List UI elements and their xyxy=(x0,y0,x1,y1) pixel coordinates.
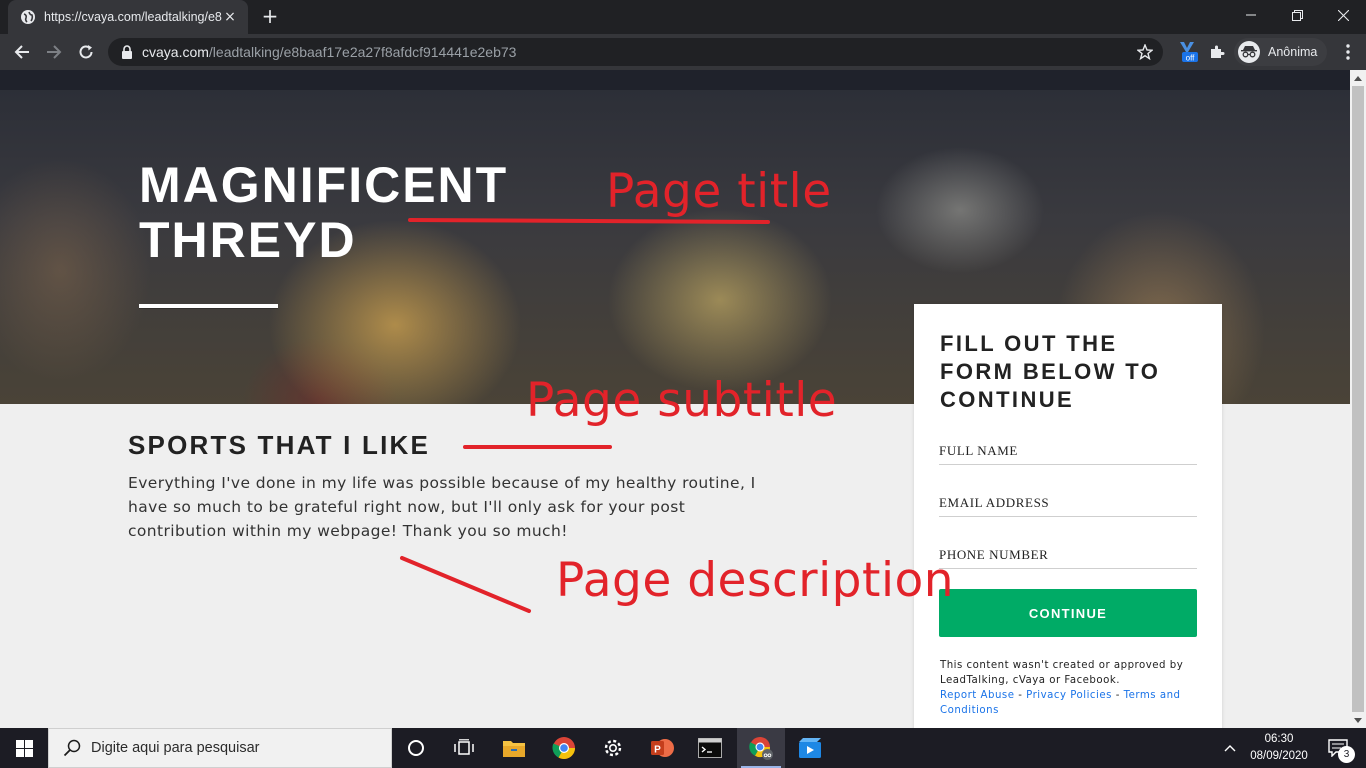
windows-start-icon[interactable] xyxy=(0,728,48,768)
clock-date: 08/09/2020 xyxy=(1250,750,1308,762)
powerpoint-icon[interactable]: P xyxy=(638,728,686,768)
terminal-icon[interactable] xyxy=(686,728,734,768)
annotation-title-line xyxy=(408,218,770,224)
svg-text:P: P xyxy=(654,745,661,756)
annotation-description-line xyxy=(400,556,531,613)
notification-count-badge: 3 xyxy=(1338,746,1355,763)
scrollbar-thumb[interactable] xyxy=(1352,86,1364,712)
report-abuse-link[interactable]: Report Abuse xyxy=(940,690,1014,701)
browser-menu-icon[interactable] xyxy=(1336,40,1360,64)
close-window-icon[interactable] xyxy=(1320,0,1366,30)
windows-taskbar: P 06:30 08/09/2020 3 xyxy=(0,728,1366,768)
browser-toolbar: cvaya.com/leadtalking/e8baaf17e2a27f8afd… xyxy=(0,34,1366,70)
chrome-icon[interactable] xyxy=(540,728,588,768)
lead-form-card: FILL OUT THE FORM BELOW TO CONTINUE CONT… xyxy=(914,304,1222,728)
privacy-policies-link[interactable]: Privacy Policies xyxy=(1026,690,1112,701)
task-view-icon[interactable] xyxy=(440,728,488,768)
cortana-icon[interactable] xyxy=(392,728,440,768)
notification-center-icon[interactable]: 3 xyxy=(1318,728,1358,768)
reload-icon[interactable] xyxy=(72,38,100,66)
media-app-icon[interactable] xyxy=(786,728,834,768)
chrome-incognito-icon[interactable] xyxy=(737,728,785,768)
search-icon xyxy=(63,739,81,757)
tab-title: https://cvaya.com/leadtalking/e8 xyxy=(44,10,222,24)
taskbar-clock[interactable]: 06:30 08/09/2020 xyxy=(1246,731,1312,765)
page-viewport: MAGNIFICENT THREYD SPORTS THAT I LIKE Ev… xyxy=(0,70,1350,728)
url-path: /leadtalking/e8baaf17e2a27f8afdcf914441e… xyxy=(208,44,517,60)
taskbar-search[interactable] xyxy=(48,728,392,768)
tray-chevron-up-icon[interactable] xyxy=(1218,728,1242,768)
legal-separator: - xyxy=(1014,690,1027,701)
full-name-field[interactable] xyxy=(939,431,1197,465)
disclaimer-text: This content wasn't created or approved … xyxy=(940,660,1184,686)
browser-tab[interactable]: https://cvaya.com/leadtalking/e8 × xyxy=(8,0,248,34)
restore-icon[interactable] xyxy=(1274,0,1320,30)
tab-close-icon[interactable]: × xyxy=(222,9,238,25)
new-tab-button[interactable]: + xyxy=(258,5,282,29)
extension-off-icon[interactable]: off xyxy=(1176,40,1200,64)
taskbar-search-input[interactable] xyxy=(91,740,381,756)
scroll-down-icon[interactable] xyxy=(1350,712,1366,728)
url-host: cvaya.com xyxy=(142,44,209,60)
phone-field[interactable] xyxy=(939,535,1197,569)
extension-badge-text: off xyxy=(1186,54,1196,63)
incognito-icon xyxy=(1238,41,1260,63)
back-arrow-icon[interactable] xyxy=(8,38,36,66)
incognito-profile-button[interactable]: Anônima xyxy=(1234,38,1328,66)
minimize-icon[interactable] xyxy=(1228,0,1274,30)
page-scrollbar[interactable] xyxy=(1350,70,1366,728)
bookmark-star-icon[interactable] xyxy=(1137,44,1153,60)
lock-icon xyxy=(120,45,134,59)
settings-icon[interactable] xyxy=(589,728,637,768)
continue-button[interactable]: CONTINUE xyxy=(939,589,1197,637)
file-explorer-icon[interactable] xyxy=(490,728,538,768)
form-title: FILL OUT THE FORM BELOW TO CONTINUE xyxy=(940,331,1161,412)
address-bar[interactable]: cvaya.com/leadtalking/e8baaf17e2a27f8afd… xyxy=(108,38,1163,66)
browser-tab-bar: https://cvaya.com/leadtalking/e8 × + xyxy=(0,0,1366,34)
legal-separator: - xyxy=(1111,690,1124,701)
globe-icon xyxy=(20,9,36,25)
legal-links: Report Abuse - Privacy Policies - Terms … xyxy=(940,688,1202,718)
extensions-puzzle-icon[interactable] xyxy=(1205,40,1229,64)
annotation-page-description: Page description xyxy=(556,553,955,608)
url-text: cvaya.com/leadtalking/e8baaf17e2a27f8afd… xyxy=(142,44,516,60)
profile-name: Anônima xyxy=(1268,45,1318,59)
scroll-up-icon[interactable] xyxy=(1350,70,1366,86)
clock-time: 06:30 xyxy=(1264,733,1294,745)
annotation-page-subtitle: Page subtitle xyxy=(526,373,838,428)
email-field[interactable] xyxy=(939,483,1197,517)
forward-arrow-icon[interactable] xyxy=(40,38,68,66)
